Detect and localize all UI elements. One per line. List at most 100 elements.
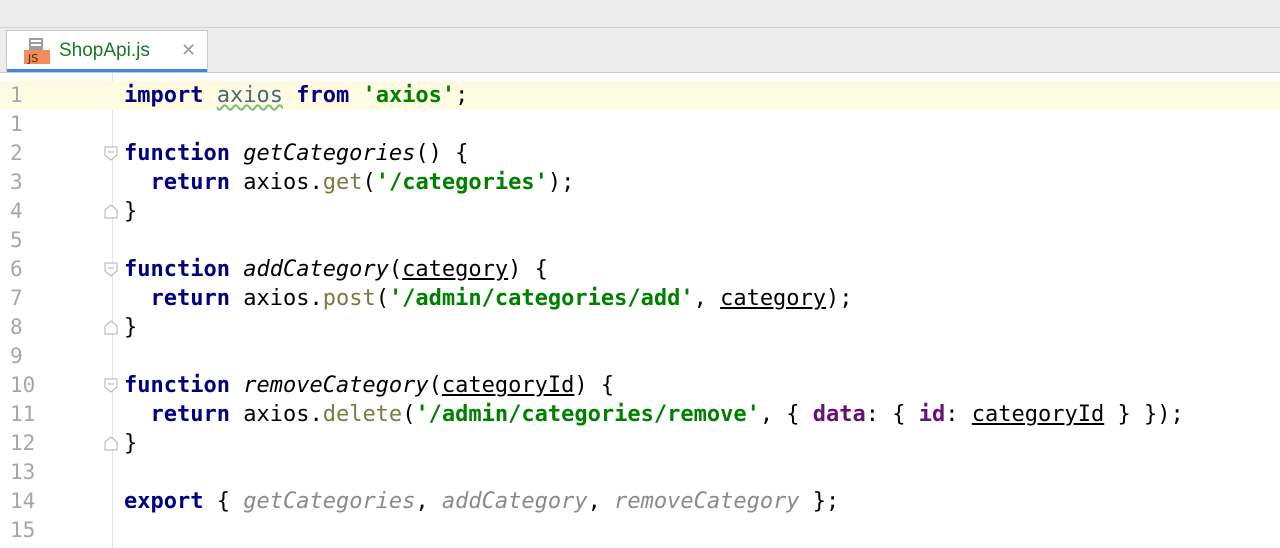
editor-tab-bar: JS ShopApi.js ✕ [0, 28, 1280, 73]
fold-end-icon[interactable] [104, 204, 118, 219]
line-number: 10 [10, 373, 36, 397]
token: '/admin/categories/add' [388, 286, 694, 311]
token: : { [865, 402, 919, 427]
line-code: return axios.get('/categories'); [124, 168, 575, 197]
token: , { [759, 402, 813, 427]
token: category [720, 286, 827, 311]
token: ( [388, 257, 403, 282]
tab-filename: ShopApi.js [59, 40, 150, 61]
svg-text:JS: JS [27, 52, 38, 65]
token: getCategories [243, 141, 416, 166]
code-line[interactable]: 5 [0, 226, 1280, 255]
token: ) { [508, 257, 548, 282]
code-line[interactable]: 10 function removeCategory(categoryId) { [0, 371, 1280, 400]
token: export [124, 489, 204, 514]
line-code: return axios.post('/admin/categories/add… [124, 284, 853, 313]
token: 'axios' [362, 83, 456, 108]
token: return [150, 286, 230, 311]
token: { [203, 489, 244, 514]
active-tab-indicator [7, 69, 207, 72]
token: categoryId [441, 373, 575, 398]
code-line[interactable]: 3 return axios.get('/categories'); [0, 168, 1280, 197]
token: function [124, 373, 230, 398]
code-line[interactable]: 1 [0, 110, 1280, 139]
token: data [812, 402, 866, 427]
code-line[interactable]: 7 return axios.post('/admin/categories/a… [0, 284, 1280, 313]
token: axios [216, 83, 283, 108]
code-line[interactable]: 13 [0, 458, 1280, 487]
code-line[interactable]: 2 function getCategories() { [0, 139, 1280, 168]
line-code: export { getCategories, addCategory, rem… [124, 487, 839, 516]
line-number: 5 [10, 228, 23, 252]
line-code: function removeCategory(categoryId) { [124, 371, 614, 400]
code-line[interactable]: 8 } [0, 313, 1280, 342]
token: import [124, 83, 204, 108]
fold-collapse-icon[interactable] [104, 146, 118, 161]
fold-end-icon[interactable] [104, 320, 118, 335]
token: () { [415, 141, 469, 166]
fold-collapse-icon[interactable] [104, 378, 118, 393]
fold-collapse-icon[interactable] [104, 262, 118, 277]
code-line[interactable]: 12 } [0, 429, 1280, 458]
fold-end-icon[interactable] [104, 436, 118, 451]
token: } [124, 199, 138, 224]
token: , [587, 489, 615, 514]
line-number: 15 [10, 518, 36, 542]
token: return [150, 402, 230, 427]
token: ( [402, 402, 416, 427]
line-number: 2 [10, 141, 23, 165]
line-code: function getCategories() { [124, 139, 468, 168]
token: category [402, 257, 509, 282]
line-number: 13 [10, 460, 36, 484]
token: addCategory [243, 257, 389, 282]
token: , [693, 286, 721, 311]
code-line[interactable]: 6 function addCategory(category) { [0, 255, 1280, 284]
token: ); [547, 170, 575, 195]
token: axios. [229, 402, 323, 427]
line-code: } [124, 197, 137, 226]
token: axios. [229, 286, 323, 311]
token: delete [322, 402, 403, 427]
token: axios. [229, 170, 323, 195]
line-code: import axios from 'axios'; [124, 81, 468, 110]
token: function [124, 141, 230, 166]
line-number: 1 [10, 83, 23, 107]
line-number: 14 [10, 489, 36, 513]
token: function [124, 257, 230, 282]
token: '/categories' [375, 170, 548, 195]
token: removeCategory [614, 489, 800, 514]
code-line[interactable]: 4 } [0, 197, 1280, 226]
code-line[interactable]: 1 import axios from 'axios'; [0, 81, 1280, 110]
token: return [150, 170, 230, 195]
token: from [296, 83, 350, 108]
token: ( [375, 286, 389, 311]
token: ( [362, 170, 376, 195]
line-number: 9 [10, 344, 23, 368]
js-file-icon: JS [23, 37, 51, 65]
title-strip [0, 0, 1280, 28]
code-line[interactable]: 14 export { getCategories, addCategory, … [0, 487, 1280, 516]
token: get [322, 170, 363, 195]
token: getCategories [243, 489, 416, 514]
line-number: 12 [10, 431, 36, 455]
token: categoryId [971, 402, 1105, 427]
line-number: 7 [10, 286, 23, 310]
tab-shopapi-js[interactable]: JS ShopApi.js ✕ [6, 30, 208, 72]
code-line[interactable]: 9 [0, 342, 1280, 371]
ide-window: JS ShopApi.js ✕ 1 import axios from 'axi… [0, 0, 1280, 548]
line-code: } [124, 313, 137, 342]
line-code: return axios.delete('/admin/categories/r… [124, 400, 1184, 429]
code-line[interactable]: 15 [0, 516, 1280, 545]
code-line[interactable]: 11 return axios.delete('/admin/categorie… [0, 400, 1280, 429]
line-number: 8 [10, 315, 23, 339]
code-editor[interactable]: 1 import axios from 'axios'; 1 2 functio… [0, 73, 1280, 548]
token: ) { [574, 373, 615, 398]
close-tab-icon[interactable]: ✕ [181, 40, 196, 61]
token: post [322, 286, 376, 311]
